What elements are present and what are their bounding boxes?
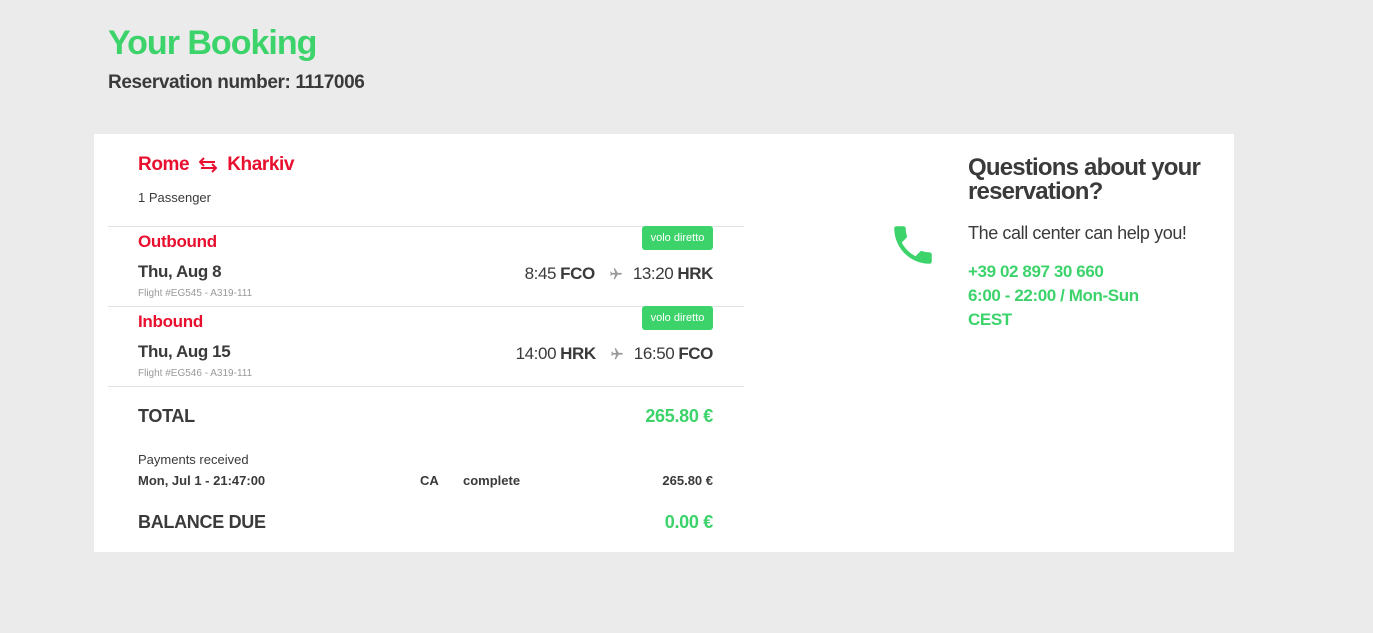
arrive-time: 13:20 [632, 264, 674, 283]
page-title: Your Booking [108, 24, 317, 62]
arrive-airport: HRK [677, 264, 713, 283]
inbound-flight-info: Flight #EG546 - A319-111 [138, 368, 253, 379]
payment-amount: 265.80 € [662, 473, 713, 488]
total-label: TOTAL [138, 406, 195, 426]
route-destination: Kharkiv [227, 154, 295, 175]
outbound-date: Thu, Aug 8 [138, 262, 222, 281]
airplane-icon [609, 267, 623, 281]
call-center-hours: 6:00 - 22:00 / Mon-Sun [968, 286, 1139, 305]
reservation-number: Reservation number: 1117006 [108, 72, 365, 93]
depart-airport: HRK [560, 344, 596, 363]
passenger-count: 1 Passenger [138, 190, 211, 205]
inbound-label: Inbound [138, 312, 203, 331]
outbound-times: 8:45 FCO 13:20 HRK [524, 264, 714, 284]
help-text: The call center can help you! [968, 223, 1187, 243]
inbound-date: Thu, Aug 15 [138, 342, 231, 361]
depart-airport: FCO [560, 264, 595, 283]
swap-arrows-icon [199, 157, 218, 173]
outbound-label: Outbound [138, 232, 217, 251]
payment-method: CA [420, 473, 439, 488]
payments-received-label: Payments received [138, 452, 249, 467]
direct-flight-badge: volo diretto [642, 306, 713, 330]
arrive-time: 16:50 [633, 344, 675, 363]
route-title: Rome Kharkiv [138, 154, 295, 176]
airplane-icon [610, 347, 624, 361]
depart-time: 14:00 [515, 344, 557, 363]
phone-icon [888, 220, 938, 275]
help-title: Questions about your reservation? [968, 154, 1201, 205]
booking-card: Rome Kharkiv 1 Passenger Outbound volo d… [94, 134, 1234, 552]
divider [108, 386, 744, 387]
balance-due-value: 0.00 € [664, 512, 714, 532]
route-origin: Rome [138, 154, 190, 175]
outbound-flight-info: Flight #EG545 - A319-111 [138, 288, 253, 299]
total-value: 265.80 € [645, 406, 713, 426]
depart-time: 8:45 [524, 264, 557, 283]
call-center-timezone: CEST [968, 310, 1012, 329]
direct-flight-badge: volo diretto [642, 226, 713, 250]
payment-status: complete [463, 473, 521, 488]
arrive-airport: FCO [678, 344, 713, 363]
payment-date: Mon, Jul 1 - 21:47:00 [138, 473, 266, 488]
balance-due-label: BALANCE DUE [138, 512, 266, 532]
call-center-phone-link[interactable]: +39 02 897 30 660 [968, 262, 1208, 282]
inbound-times: 14:00 HRK 16:50 FCO [515, 344, 714, 364]
